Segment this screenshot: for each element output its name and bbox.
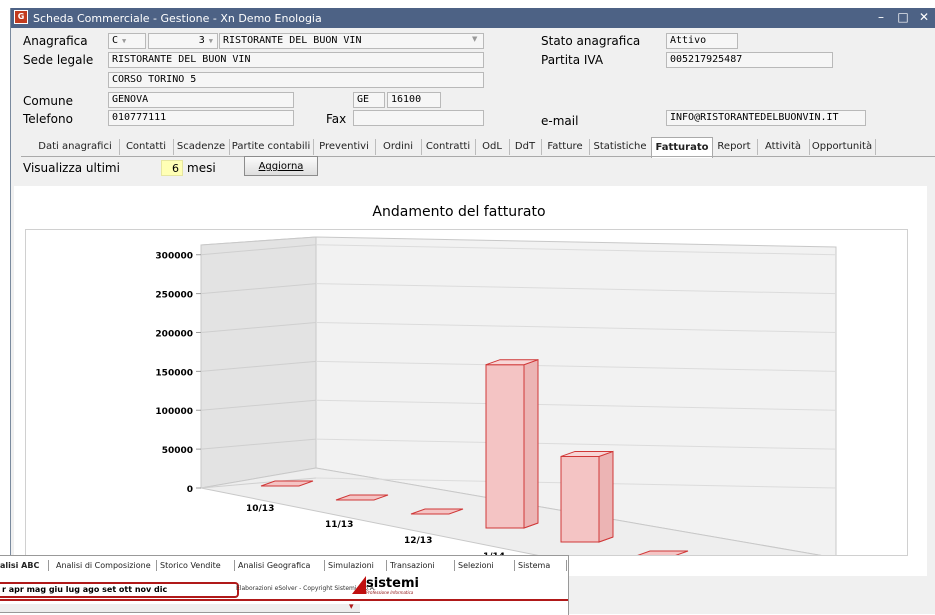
y-tick-label: 200000 [155, 329, 193, 339]
comune-field[interactable]: GENOVA [108, 92, 294, 108]
cap-field[interactable]: 16100 [387, 92, 441, 108]
background-tab-7[interactable]: Sistema [510, 560, 567, 571]
y-tick-label: 0 [187, 485, 193, 495]
visualizza-label: Visualizza ultimi [23, 161, 120, 175]
tab-dati-anagrafici[interactable]: Dati anagrafici [31, 139, 120, 155]
piva-label: Partita IVA [541, 53, 604, 67]
background-tab-0[interactable]: alisi ABC [0, 560, 49, 571]
stato-label: Stato anagrafica [541, 34, 641, 48]
tab-fatture[interactable]: Fatture [541, 139, 590, 155]
background-tab-6[interactable]: Selezioni [450, 560, 515, 571]
chart-frame: 300000 250000 200000 150000 100000 50000 0 10/1… [25, 229, 908, 556]
app-icon: G [14, 10, 28, 24]
bar-side [598, 450, 614, 543]
sistemi-logo: sistemi Professione Informatica [352, 576, 419, 596]
chevron-down-icon: ▼ [208, 37, 213, 45]
telefono-label: Telefono [23, 112, 73, 126]
anagrafica-label: Anagrafica [23, 34, 88, 48]
background-window: alisi ABC Analisi di Composizione Storico … [0, 555, 569, 615]
tab-odl[interactable]: OdL [475, 139, 510, 155]
fax-label: Fax [326, 112, 347, 126]
background-tab-4[interactable]: Simulazioni [320, 560, 387, 571]
comune-label: Comune [23, 94, 74, 108]
main-window: G Scheda Commerciale - Gestione - Xn Dem… [10, 8, 935, 614]
close-button[interactable]: ✕ [916, 10, 932, 24]
tab-contatti[interactable]: Contatti [119, 139, 174, 155]
background-tab-5[interactable]: Transazioni [382, 560, 455, 571]
sede-line2-field[interactable]: CORSO TORINO 5 [108, 72, 484, 88]
anagrafica-name-select[interactable]: RISTORANTE DEL BUON VIN [219, 33, 484, 49]
sede-label: Sede legale [23, 53, 94, 67]
anagrafica-type-select[interactable]: C ▼ [108, 33, 146, 49]
tab-ddt[interactable]: DdT [509, 139, 542, 155]
aggiorna-button[interactable]: Aggiorna [244, 156, 318, 176]
email-label: e-mail [541, 114, 579, 128]
logo-text: sistemi [366, 576, 419, 591]
anagrafica-code-field[interactable]: 3 ▼ [148, 33, 218, 49]
tab-fatturato[interactable]: Fatturato [651, 137, 713, 158]
y-tick-label: 300000 [155, 252, 193, 262]
mesi-label: mesi [187, 161, 216, 175]
chart-svg: 300000 250000 200000 150000 100000 50000 0 10/1… [155, 236, 837, 555]
x-tick-label: 11/13 [325, 520, 353, 530]
x-tick-label: 10/13 [246, 504, 274, 514]
chevron-down-icon: ▼ [472, 35, 478, 43]
tab-ordini[interactable]: Ordini [375, 139, 422, 155]
fax-field[interactable] [353, 110, 484, 126]
tab-statistiche[interactable]: Statistiche [589, 139, 652, 155]
x-tick-label: 12/13 [404, 536, 432, 546]
email-field[interactable]: INFO@RISTORANTEDELBUONVIN.IT [666, 110, 866, 126]
tab-divider [21, 156, 935, 157]
title-bar: G Scheda Commerciale - Gestione - Xn Dem… [11, 8, 935, 28]
logo-triangle-icon [352, 576, 366, 594]
background-tab-2[interactable]: Storico Vendite [152, 560, 235, 571]
provincia-field[interactable]: GE [353, 92, 385, 108]
tab-opportunit-[interactable]: Opportunità [809, 139, 876, 155]
tab-scadenze[interactable]: Scadenze [173, 139, 230, 155]
y-tick-label: 100000 [155, 407, 193, 417]
window-title: Scheda Commerciale - Gestione - Xn Demo … [33, 12, 322, 25]
tab-report[interactable]: Report [711, 139, 758, 155]
tab-bar: Dati anagrafici Contatti Scadenze Partite c… [31, 137, 935, 158]
minimize-button[interactable]: – [873, 10, 889, 24]
red-divider [0, 599, 568, 601]
bar-side [523, 358, 539, 529]
y-tick-label: 250000 [155, 291, 193, 301]
tab-attivit-[interactable]: Attività [757, 139, 810, 155]
logo-subtext: Professione Informatica [366, 590, 414, 595]
month-selector[interactable]: r apr mag giu lug ago set ott nov dic [0, 582, 239, 598]
tab-contratti[interactable]: Contratti [421, 139, 476, 155]
dropdown-arrow-icon[interactable]: ▾ [349, 602, 354, 612]
background-tab-1[interactable]: Analisi di Composizione [48, 560, 157, 571]
tab-partite-contabili[interactable]: Partite contabili [229, 139, 314, 155]
bar-front [485, 364, 525, 529]
y-tick-label: 150000 [155, 368, 193, 378]
stato-field[interactable]: Attivo [666, 33, 738, 49]
scroll-area [0, 604, 360, 613]
aggiorna-button-label: Aggiorna [258, 161, 304, 172]
piva-field[interactable]: 005217925487 [666, 52, 833, 68]
months-input[interactable]: 6 [161, 160, 183, 176]
tab-preventivi[interactable]: Preventivi [313, 139, 376, 155]
chart-panel: Andamento del fatturato 300000 250000 2000… [14, 186, 927, 576]
y-tick-label: 50000 [162, 446, 193, 456]
chart-title: Andamento del fatturato [372, 204, 546, 220]
chevron-down-icon: ▼ [122, 37, 127, 45]
telefono-field[interactable]: 010777111 [108, 110, 294, 126]
bar-front [560, 455, 600, 543]
background-tab-3[interactable]: Analisi Geografica [230, 560, 325, 571]
maximize-button[interactable]: □ [895, 10, 911, 24]
sede-line1-field[interactable]: RISTORANTE DEL BUON VIN [108, 52, 484, 68]
